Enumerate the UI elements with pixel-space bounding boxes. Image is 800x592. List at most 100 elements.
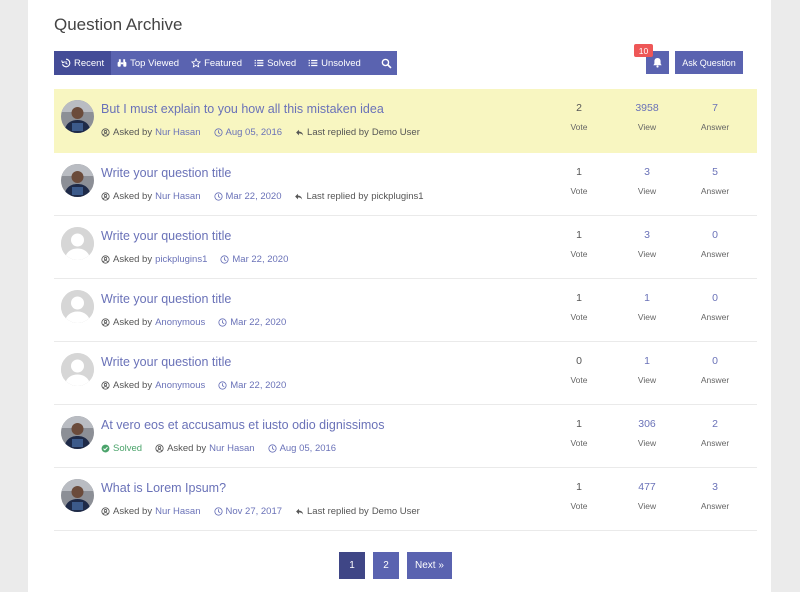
answer-count: 5 — [712, 166, 718, 178]
question-meta: Asked by Nur Hasan Nov 27, 2017 Last replie… — [101, 506, 433, 517]
asked-by-label: Asked by — [113, 380, 153, 391]
user-icon — [155, 444, 164, 453]
vote-stat: 1 Vote — [549, 292, 609, 322]
question-date: Aug 05, 2016 — [267, 443, 337, 454]
view-label: View — [637, 375, 657, 385]
vote-stat: 1 Vote — [549, 166, 609, 196]
tab-top-viewed[interactable]: Top Viewed — [111, 51, 185, 75]
author-link[interactable]: Nur Hasan — [155, 191, 200, 202]
author-link[interactable]: Anonymous — [155, 317, 205, 328]
author-link[interactable]: Nur Hasan — [209, 443, 254, 454]
user-photo — [61, 479, 94, 512]
last-replied-user: Demo User — [371, 127, 420, 138]
author-link[interactable]: pickplugins1 — [155, 254, 207, 265]
view-label: View — [637, 122, 657, 132]
last-replied: Last replied by Demo User — [295, 506, 420, 517]
avatar[interactable] — [61, 227, 94, 260]
answer-count: 0 — [712, 355, 718, 367]
asked-by: Asked by Anonymous — [101, 317, 205, 328]
question-date: Mar 22, 2020 — [218, 380, 286, 391]
avatar[interactable] — [61, 353, 94, 386]
view-stat: 3 View — [617, 166, 677, 196]
vote-count: 1 — [576, 418, 582, 430]
author-link[interactable]: Anonymous — [155, 380, 205, 391]
clock-icon — [213, 192, 223, 201]
binoculars-icon — [117, 59, 127, 67]
question-title-link[interactable]: But I must explain to you how all this m… — [101, 102, 384, 116]
avatar[interactable] — [61, 100, 94, 133]
tab-recent[interactable]: Recent — [54, 51, 112, 75]
page-2-button[interactable]: 2 — [373, 552, 399, 579]
default-avatar-icon — [61, 353, 94, 386]
author-link[interactable]: Nur Hasan — [155, 506, 200, 517]
vote-stat: 1 Vote — [549, 229, 609, 259]
solved-badge: Solved — [101, 443, 142, 454]
question-title-link[interactable]: What is Lorem Ipsum? — [101, 481, 226, 495]
question-title-link[interactable]: At vero eos et accusamus et iusto odio d… — [101, 418, 384, 432]
question-meta: Asked by Anonymous Mar 22, 2020 — [101, 317, 299, 328]
last-replied-label: Last replied by — [306, 191, 369, 202]
vote-label: Vote — [570, 312, 588, 322]
date-text: Aug 05, 2016 — [279, 443, 337, 454]
question-title-link[interactable]: Write your question title — [101, 229, 231, 243]
asked-by: Asked by Nur Hasan — [155, 443, 255, 454]
user-icon — [101, 507, 110, 516]
avatar[interactable] — [61, 290, 94, 323]
answer-label: Answer — [700, 122, 730, 132]
date-text: Aug 05, 2016 — [225, 127, 283, 138]
vote-label: Vote — [570, 375, 588, 385]
search-button[interactable] — [367, 51, 406, 75]
answer-count: 7 — [712, 102, 718, 114]
last-replied: Last replied by pickplugins1 — [294, 191, 424, 202]
vote-label: Vote — [570, 122, 588, 132]
search-icon — [381, 58, 392, 69]
answer-count: 2 — [712, 418, 718, 430]
date-text: Mar 22, 2020 — [230, 380, 287, 391]
view-label: View — [637, 438, 657, 448]
reply-icon — [296, 508, 304, 515]
page-1-button[interactable]: 1 — [339, 552, 365, 579]
date-text: Nov 27, 2017 — [225, 506, 283, 517]
question-row: What is Lorem Ipsum? Asked by Nur Hasan Nov… — [54, 468, 757, 531]
question-title-link[interactable]: Write your question title — [101, 292, 231, 306]
next-page-button[interactable]: Next » — [407, 552, 452, 579]
avatar[interactable] — [61, 164, 94, 197]
last-replied: Last replied by Demo User — [295, 127, 420, 138]
tab-label: Featured — [204, 57, 243, 69]
clock-icon — [218, 381, 227, 390]
avatar[interactable] — [61, 479, 94, 512]
view-label: View — [637, 312, 657, 322]
answer-stat: 0 Answer — [685, 355, 745, 385]
question-meta: Asked by pickplugins1 Mar 22, 2020 — [101, 254, 301, 265]
tab-solved[interactable]: Solved — [248, 51, 302, 75]
vote-label: Vote — [570, 186, 588, 196]
tab-featured[interactable]: Featured — [185, 51, 248, 75]
answer-label: Answer — [700, 249, 730, 259]
user-photo — [61, 100, 94, 133]
tab-label: Recent — [74, 57, 105, 69]
question-date: Mar 22, 2020 — [220, 254, 288, 265]
view-count: 477 — [638, 481, 656, 493]
reply-icon — [295, 193, 303, 200]
view-stat: 1 View — [617, 292, 677, 322]
answer-stat: 7 Answer — [685, 102, 745, 132]
question-title-link[interactable]: Write your question title — [101, 355, 231, 369]
bell-icon — [653, 58, 662, 68]
question-title-link[interactable]: Write your question title — [101, 166, 231, 180]
tab-unsolved[interactable]: Unsolved — [302, 51, 367, 75]
answer-stat: 3 Answer — [685, 481, 745, 511]
answer-label: Answer — [700, 438, 730, 448]
list-icon — [254, 59, 264, 67]
view-stat: 1 View — [617, 355, 677, 385]
avatar[interactable] — [61, 416, 94, 449]
question-row-sticky: But I must explain to you how all this m… — [54, 89, 757, 153]
view-count: 3 — [644, 166, 650, 178]
asked-by: Asked by Nur Hasan — [101, 127, 201, 138]
question-meta: Asked by Nur Hasan Aug 05, 2016 Last replie… — [101, 127, 433, 138]
question-row: Write your question title Asked by pickplu… — [54, 216, 757, 279]
star-icon — [191, 58, 202, 68]
default-avatar-icon — [61, 290, 94, 323]
vote-count: 1 — [576, 166, 582, 178]
ask-question-button[interactable]: Ask Question — [675, 51, 743, 74]
author-link[interactable]: Nur Hasan — [155, 127, 200, 138]
